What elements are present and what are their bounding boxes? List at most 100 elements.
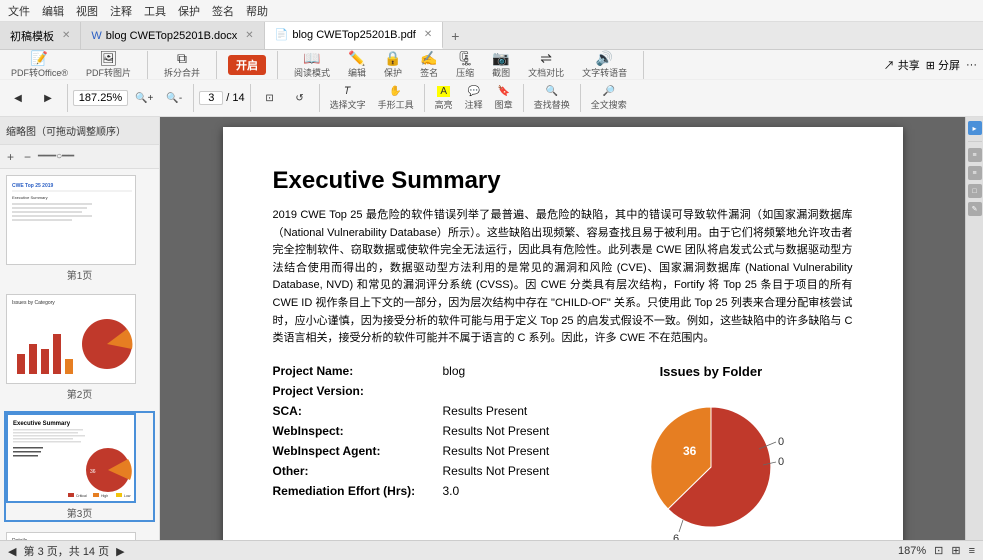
fit-page-icon: ⊡ bbox=[265, 93, 273, 104]
svg-text:0: 0 bbox=[778, 456, 784, 468]
right-panel-btn3[interactable]: ≡ bbox=[968, 166, 982, 180]
tab-template-close[interactable]: ✕ bbox=[62, 30, 70, 41]
select-text-btn[interactable]: 𝑇选择文字 bbox=[325, 83, 371, 114]
toolbar-more[interactable]: ··· bbox=[966, 59, 977, 71]
new-tab-button[interactable]: + bbox=[443, 22, 467, 49]
label-remediation: Remediation Effort (Hrs): bbox=[273, 484, 443, 498]
value-sca: Results Present bbox=[443, 404, 528, 418]
tab-pdf-close[interactable]: ✕ bbox=[424, 29, 432, 40]
toolbar-split-merge[interactable]: ⧉ 拆分合并 bbox=[159, 48, 205, 82]
info-row-project-name: Project Name: blog bbox=[273, 364, 550, 378]
sep2 bbox=[216, 51, 217, 79]
info-fields: Project Name: blog Project Version: SCA:… bbox=[273, 364, 550, 540]
menu-edit[interactable]: 编辑 bbox=[42, 3, 64, 19]
pdf-viewer[interactable]: Executive Summary 2019 CWE Top 25 最危险的软件… bbox=[160, 117, 965, 540]
toolbar-split-view[interactable]: ⊞ 分屏 bbox=[926, 57, 960, 73]
sep9 bbox=[424, 84, 425, 112]
comment-btn[interactable]: 💬注释 bbox=[460, 83, 488, 114]
zoom-in-btn[interactable]: 🔍+ bbox=[130, 90, 158, 107]
sidebar-toolbar: + − ━━━○━━ bbox=[0, 145, 159, 169]
highlight-btn[interactable]: A高亮 bbox=[430, 83, 458, 114]
toolbar-doc-compare[interactable]: ⇌ 文档对比 bbox=[523, 48, 569, 82]
svg-text:CWE Top 25 2019: CWE Top 25 2019 bbox=[12, 183, 54, 189]
rotate-btn[interactable]: ↺ bbox=[286, 90, 314, 107]
right-panel-btn4[interactable]: □ bbox=[968, 184, 982, 198]
svg-text:36: 36 bbox=[90, 469, 96, 475]
zoom-input[interactable] bbox=[73, 90, 128, 106]
tab-template[interactable]: 初稿模板 ✕ bbox=[0, 22, 81, 49]
page-btn-next[interactable]: ▶ bbox=[116, 546, 124, 558]
menu-help[interactable]: 帮助 bbox=[246, 3, 268, 19]
fit-page-btn[interactable]: ⊡ bbox=[256, 90, 284, 107]
sep1 bbox=[147, 51, 148, 79]
label-webinspect-agent: WebInspect Agent: bbox=[273, 444, 443, 458]
menu-sign[interactable]: 签名 bbox=[212, 3, 234, 19]
right-panel-btn5[interactable]: ✎ bbox=[968, 202, 982, 216]
status-fit-btn[interactable]: ⊡ bbox=[934, 544, 943, 557]
toolbar-edit[interactable]: ✏️ 编辑 bbox=[343, 48, 371, 82]
toolbar-screenshot[interactable]: 📷 截图 bbox=[487, 48, 515, 82]
page-thumb-2[interactable]: Issues by Category 第2页 bbox=[4, 292, 155, 403]
sep7 bbox=[250, 84, 251, 112]
tab-pdf-icon: 📄 bbox=[275, 28, 289, 41]
zoom-out-btn[interactable]: 🔍- bbox=[160, 90, 188, 107]
page-btn-prev[interactable]: ◀ bbox=[8, 546, 16, 558]
status-zoom-level: 187% bbox=[898, 545, 926, 557]
menu-file[interactable]: 文件 bbox=[8, 3, 30, 19]
page-indicator: / 14 bbox=[199, 91, 244, 105]
fulltext-search-icon: 🔎 bbox=[602, 86, 614, 97]
highlight-icon: A bbox=[437, 86, 450, 97]
info-table: Project Name: blog Project Version: SCA:… bbox=[273, 364, 853, 540]
page-number-input[interactable] bbox=[199, 91, 223, 105]
label-project-name: Project Name: bbox=[273, 364, 443, 378]
nav-next-btn[interactable]: ▶ bbox=[34, 90, 62, 107]
nav-prev-btn[interactable]: ◀ bbox=[4, 90, 32, 107]
toolbar-container: 📝 PDF转Office® 🖼 PDF转图片 ⧉ 拆分合并 开启 📖 阅读模式 … bbox=[0, 50, 983, 117]
status-view-mode[interactable]: ⊞ bbox=[951, 544, 960, 557]
toolbar-sign[interactable]: ✍ 签名 bbox=[415, 48, 443, 82]
sep11 bbox=[580, 84, 581, 112]
fulltext-search-btn[interactable]: 🔎全文搜索 bbox=[586, 83, 632, 114]
toolbar-pdf-to-office[interactable]: 📝 PDF转Office® bbox=[6, 48, 73, 82]
toolbar-read-mode[interactable]: 📖 阅读模式 bbox=[289, 48, 335, 82]
value-project-name: blog bbox=[443, 364, 466, 378]
label-other: Other: bbox=[273, 464, 443, 478]
stamp-btn[interactable]: 🔖图章 bbox=[490, 83, 518, 114]
find-replace-btn[interactable]: 🔍查找替换 bbox=[529, 83, 575, 114]
right-panel-btn1[interactable]: ▸ bbox=[968, 121, 982, 135]
svg-text:36: 36 bbox=[683, 444, 697, 458]
toolbar-pdf-to-image[interactable]: 🖼 PDF转图片 bbox=[81, 48, 136, 82]
toolbar-open-btn[interactable]: 开启 bbox=[228, 55, 266, 75]
find-replace-icon: 🔍 bbox=[545, 86, 557, 97]
status-reading-mode[interactable]: ≡ bbox=[969, 545, 975, 557]
compress-icon: 🗜 bbox=[456, 51, 474, 65]
menu-protect[interactable]: 保护 bbox=[178, 3, 200, 19]
value-webinspect-agent: Results Not Present bbox=[443, 444, 550, 458]
tab-pdf[interactable]: 📄 blog CWETop25201B.pdf ✕ bbox=[265, 22, 444, 49]
tab-docx-close[interactable]: ✕ bbox=[245, 30, 253, 41]
page-thumb-1[interactable]: CWE Top 25 2019 Executive Summary 第1页 bbox=[4, 173, 155, 284]
toolbar-share[interactable]: ↗ 共享 bbox=[884, 57, 920, 73]
nav-prev-icon: ◀ bbox=[14, 93, 22, 104]
sidebar-zoom-out[interactable]: − bbox=[21, 149, 34, 165]
tab-docx[interactable]: W blog CWETop25201B.docx ✕ bbox=[81, 22, 264, 49]
page-separator: / bbox=[226, 92, 229, 104]
doc-compare-icon: ⇌ bbox=[540, 51, 552, 65]
svg-text:0: 0 bbox=[778, 436, 784, 448]
sidebar-zoom-in[interactable]: + bbox=[4, 149, 17, 165]
rotate-icon: ↺ bbox=[295, 93, 303, 104]
page3-svg: Executive Summary 36 bbox=[8, 415, 134, 501]
toolbar-tts[interactable]: 🔊 文字转语音 bbox=[577, 48, 632, 82]
hand-tool-btn[interactable]: ✋手形工具 bbox=[373, 83, 419, 114]
stamp-icon: 🔖 bbox=[497, 86, 509, 97]
pdf-to-office-icon: 📝 bbox=[31, 51, 48, 65]
menu-annotate[interactable]: 注释 bbox=[110, 3, 132, 19]
page-thumb-3[interactable]: Executive Summary 36 bbox=[4, 411, 155, 522]
menu-view[interactable]: 视图 bbox=[76, 3, 98, 19]
right-panel-btn2[interactable]: ≡ bbox=[968, 148, 982, 162]
toolbar-compress[interactable]: 🗜 压缩 bbox=[451, 48, 479, 82]
menu-tools[interactable]: 工具 bbox=[144, 3, 166, 19]
pie-chart-svg: 36 0 0 6 bbox=[611, 387, 811, 540]
svg-text:High: High bbox=[101, 494, 108, 498]
toolbar-protect[interactable]: 🔒 保护 bbox=[379, 48, 407, 82]
